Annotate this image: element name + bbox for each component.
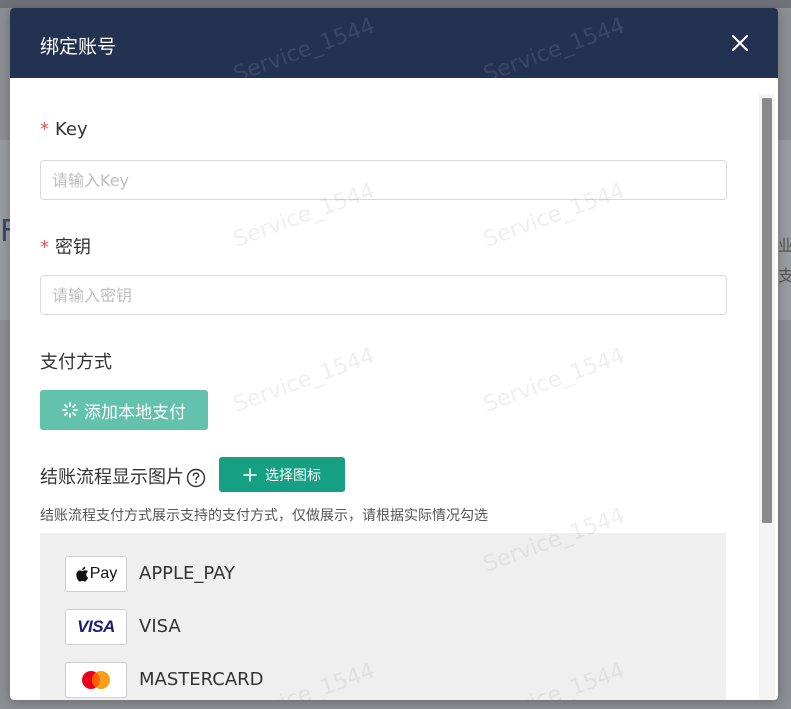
watermark: Service_1544 [480, 343, 629, 418]
question-circle-icon[interactable] [186, 468, 206, 488]
close-icon[interactable] [728, 31, 752, 55]
payment-item-name: MASTERCARD [139, 669, 264, 690]
checkout-image-hint: 结账流程支付方式展示支持的支付方式，仅做展示，请根据实际情况勾选 [40, 508, 488, 524]
visa-logo-icon: VISA [65, 609, 127, 645]
loading-spinner-icon [62, 402, 78, 418]
required-mark: * [40, 237, 49, 258]
apple-icon [75, 566, 88, 582]
apple-pay-logo-icon: Pay [65, 556, 127, 592]
checkout-image-label-text: 结账流程显示图片 [40, 467, 184, 488]
key-label-text: Key [55, 119, 88, 140]
modal-title: 绑定账号 [40, 36, 117, 58]
select-icon-button[interactable]: 选择图标 [219, 457, 345, 492]
payment-item-name: VISA [139, 616, 181, 637]
background-text: 业 [778, 236, 791, 255]
add-local-payment-label: 添加本地支付 [84, 402, 186, 423]
apple-pay-logo-text: Pay [89, 565, 118, 582]
bind-account-modal: 绑定账号 * Key * 密钥 支付方式 添加本地支付 结账流程显示图片 [10, 8, 778, 700]
payment-icon-list: Pay APPLE_PAY VISA VISA MASTERCARD [40, 533, 726, 700]
payment-method-label: 支付方式 [40, 352, 112, 373]
payment-item-name: APPLE_PAY [139, 563, 236, 584]
secret-label-text: 密钥 [55, 237, 91, 258]
modal-header: 绑定账号 [10, 8, 778, 78]
backdrop-header-strip [0, 0, 791, 8]
mastercard-logo-icon [65, 662, 127, 698]
plus-icon [243, 467, 257, 482]
key-input[interactable] [40, 160, 727, 200]
add-local-payment-button[interactable]: 添加本地支付 [40, 390, 208, 430]
checkout-image-label: 结账流程显示图片 [40, 463, 206, 489]
key-label: * Key [40, 119, 88, 140]
select-icon-label: 选择图标 [265, 467, 321, 484]
visa-logo-text: VISA [77, 617, 115, 636]
background-text: 支 [778, 266, 791, 285]
secret-input[interactable] [40, 275, 727, 315]
scrollbar-thumb[interactable] [762, 98, 772, 523]
required-mark: * [40, 119, 49, 140]
secret-label: * 密钥 [40, 233, 91, 259]
watermark: Service_1544 [230, 343, 379, 418]
